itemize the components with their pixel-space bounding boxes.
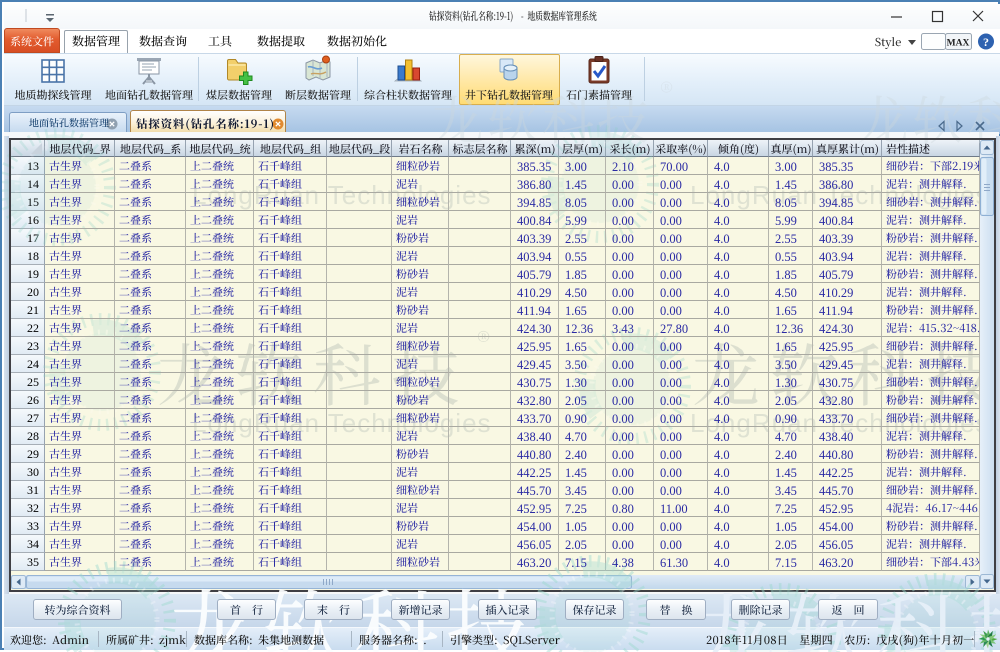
- svg-text:MAX: MAX: [947, 39, 970, 49]
- svg-text:?: ?: [983, 35, 989, 49]
